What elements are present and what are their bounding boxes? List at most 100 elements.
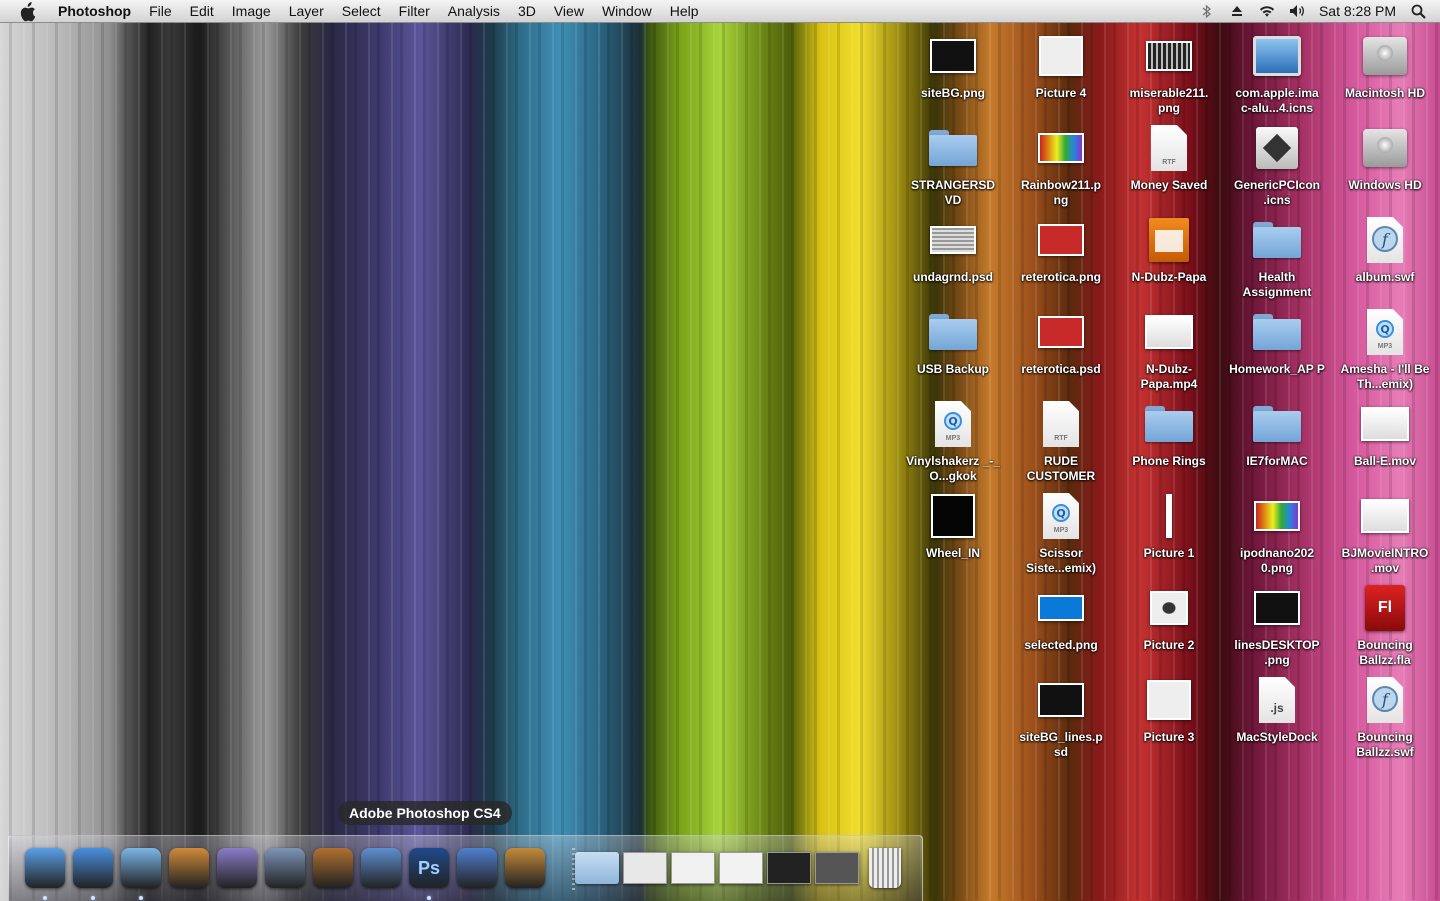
desktop-icon[interactable]: RTF RUDE CUSTOMER [1011,396,1111,484]
folder-icon [1249,212,1305,268]
desktop-icon-label: GenericPCIcon .icns [1233,178,1321,207]
running-indicator [43,896,47,900]
desktop-icon[interactable]: f album.swf [1335,212,1435,285]
iphoto-icon[interactable] [167,846,211,890]
desktop-icon-label: Windows HD [1348,178,1422,192]
menubar-clock[interactable]: Sat 8:28 PM [1319,3,1396,19]
desktop-icon[interactable]: miserable211. png [1119,28,1219,116]
menu-app-name[interactable]: Photoshop [54,0,140,22]
desktop-icon-label: linesDESKTOP .png [1234,638,1320,667]
desktop-icon[interactable]: MP3 Q Amesha - I'll Be Th...emix) [1335,304,1435,392]
desktop-icon[interactable]: GenericPCIcon .icns [1227,120,1327,208]
desktop-icon[interactable]: MP3 Q Scissor Siste...emix) [1011,488,1111,576]
apple-menu-icon[interactable] [18,2,40,22]
menu-layer[interactable]: Layer [280,0,333,22]
desktop-icon[interactable]: Homework_AP P [1227,304,1327,377]
image-thumbnail-rainbow [1033,120,1089,176]
desktop-icon[interactable]: N-Dubz-Papa [1119,212,1219,285]
menu-bar: Photoshop File Edit Image Layer Select F… [0,0,1440,23]
downloads-stack-icon[interactable] [575,846,619,890]
trash-icon[interactable] [863,846,907,890]
desktop-icon[interactable]: RTF Money Saved [1119,120,1219,193]
xcode-icon[interactable] [359,846,403,890]
wifi-icon[interactable] [1259,3,1275,19]
desktop-icon[interactable]: N-Dubz- Papa.mp4 [1119,304,1219,392]
keynote-icon[interactable] [311,846,355,890]
desktop-icon-label: Money Saved [1130,178,1208,192]
image-thumbnail-white [1141,672,1197,728]
volume-icon[interactable] [1289,3,1305,19]
desktop-icon-label: BJMovieINTRO .mov [1341,546,1429,575]
menu-3d[interactable]: 3D [509,0,545,22]
menu-filter[interactable]: Filter [390,0,439,22]
desktop-icon[interactable]: siteBG.png [903,28,1003,101]
dock: Ps [8,835,923,901]
desktop-icon[interactable]: Ball-E.mov [1335,396,1435,469]
desktop-icon-label: siteBG_lines.p sd [1019,730,1103,759]
menu-select[interactable]: Select [333,0,390,22]
desktop-icon[interactable]: BJMovieINTRO .mov [1335,488,1435,576]
desktop-icon-label: Homework_AP P [1229,362,1325,376]
menu-edit[interactable]: Edit [181,0,223,22]
desktop-icon[interactable]: Macintosh HD [1335,28,1435,101]
menu-image[interactable]: Image [223,0,280,22]
desktop-icon-label: miserable211. png [1129,86,1209,115]
menu-analysis[interactable]: Analysis [439,0,509,22]
desktop-icon[interactable]: Windows HD [1335,120,1435,193]
desktop-icon[interactable]: MP3 Q Vinylshakerz _-_ O...gkok [903,396,1003,484]
menu-help[interactable]: Help [661,0,708,22]
desktop-icon[interactable]: USB Backup [903,304,1003,377]
minimized-window-3[interactable] [719,846,763,890]
preview-icon[interactable] [263,846,307,890]
bluetooth-icon[interactable] [1199,3,1215,19]
desktop-icon-label: IE7forMAC [1246,454,1308,468]
desktop-icon-label: Rainbow211.p ng [1020,178,1102,207]
folder-icon [1141,396,1197,452]
desktop-icon[interactable]: Picture 4 [1011,28,1111,101]
finder-icon[interactable] [23,846,67,900]
menu-view[interactable]: View [545,0,593,22]
minimized-window-1[interactable] [623,846,667,890]
desktop-icon[interactable]: Picture 1 [1119,488,1219,561]
desktop-icon[interactable]: Phone Rings [1119,396,1219,469]
pages-icon[interactable] [503,846,547,890]
photoshop-icon[interactable]: Ps [407,846,451,900]
desktop-icon[interactable]: siteBG_lines.p sd [1011,672,1111,760]
image-thumbnail-white [1033,28,1089,84]
desktop-icon[interactable]: IE7forMAC [1227,396,1327,469]
image-thumbnail-thin [1141,488,1197,544]
spotlight-search-icon[interactable] [1410,3,1426,19]
menu-file[interactable]: File [140,0,181,22]
js-file-icon: .js [1249,672,1305,728]
desktop-icon[interactable]: f Bouncing Ballzz.swf [1335,672,1435,760]
desktop-icon[interactable]: Fl Bouncing Ballzz.fla [1335,580,1435,668]
image-thumbnail-blue [1033,580,1089,636]
desktop-icon[interactable]: linesDESKTOP .png [1227,580,1327,668]
desktop-icon-label: Bouncing Ballzz.swf [1356,730,1414,759]
itunes-icon[interactable] [119,846,163,900]
desktop-icon[interactable]: ipodnano202 0.png [1227,488,1327,576]
desktop-icon-label: N-Dubz- Papa.mp4 [1140,362,1198,391]
safari-icon[interactable] [71,846,115,900]
minimized-window-5[interactable] [815,846,859,890]
desktop-icon[interactable]: Picture 3 [1119,672,1219,745]
menu-window[interactable]: Window [593,0,661,22]
dashcode-icon[interactable] [455,846,499,890]
minimized-window-4[interactable] [767,846,811,890]
minimized-window-2[interactable] [671,846,715,890]
desktop-icon[interactable]: .js MacStyleDock [1227,672,1327,745]
image-thumbnail-red [1033,212,1089,268]
desktop-icon[interactable]: reterotica.png [1011,212,1111,285]
desktop-icon[interactable]: Health Assignment [1227,212,1327,300]
eject-icon[interactable] [1229,3,1245,19]
desktop-icon[interactable]: Picture 2 [1119,580,1219,653]
desktop-icon[interactable]: STRANGERSD VD [903,120,1003,208]
desktop-icon[interactable]: com.apple.ima c-alu...4.icns [1227,28,1327,116]
desktop-icon[interactable]: undagrnd.psd [903,212,1003,285]
desktop-icon[interactable]: selected.png [1011,580,1111,653]
script-editor-icon[interactable] [215,846,259,890]
desktop-icon[interactable]: reterotica.psd [1011,304,1111,377]
desktop-icon[interactable]: Rainbow211.p ng [1011,120,1111,208]
desktop-icon[interactable]: Wheel_IN [903,488,1003,561]
image-thumbnail-dark [925,28,981,84]
